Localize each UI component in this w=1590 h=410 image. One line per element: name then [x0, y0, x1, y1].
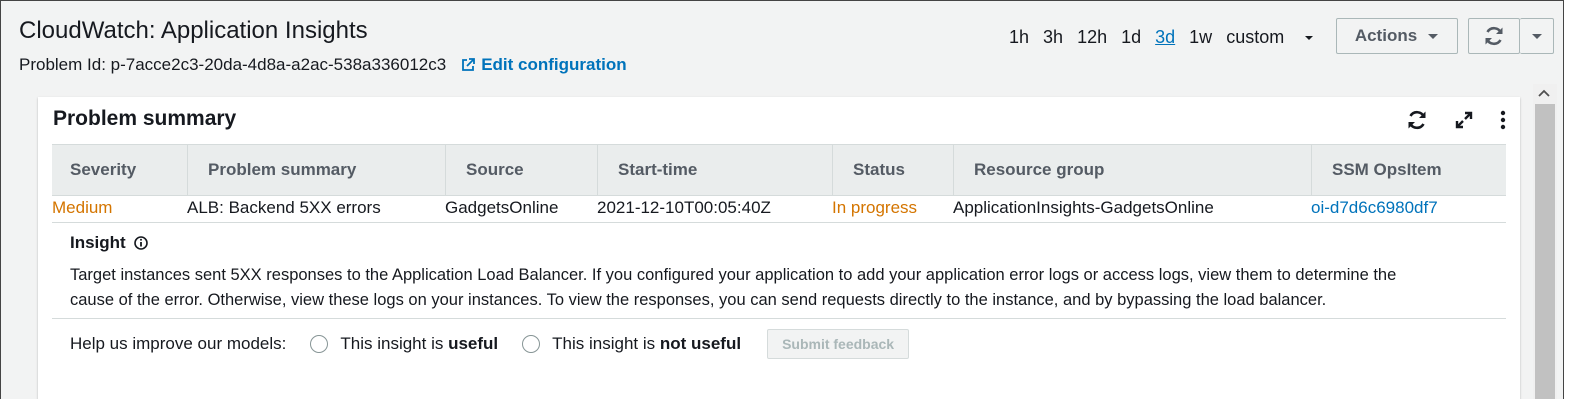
panel-more-button[interactable] [1500, 110, 1506, 130]
more-vertical-icon [1500, 110, 1506, 130]
range-custom[interactable]: custom [1226, 27, 1314, 48]
range-1h[interactable]: 1h [1009, 27, 1029, 48]
range-3h[interactable]: 3h [1043, 27, 1063, 48]
range-12h[interactable]: 12h [1077, 27, 1107, 48]
column-header[interactable]: Severity [70, 145, 136, 195]
submit-feedback-button[interactable]: Submit feedback [767, 329, 910, 359]
edit-configuration-label: Edit configuration [481, 55, 627, 74]
column-header[interactable]: Source [445, 145, 524, 195]
refresh-icon [1485, 26, 1503, 46]
column-header[interactable]: Problem summary [187, 145, 356, 195]
range-1w[interactable]: 1w [1189, 27, 1212, 48]
panel-controls [1380, 109, 1506, 131]
status-value: In progress [832, 198, 918, 217]
caret-down-icon [1428, 33, 1439, 39]
source-value: GadgetsOnline [445, 198, 559, 217]
severity-value: Medium [52, 198, 113, 217]
not-useful-label: This insight is not useful [552, 334, 742, 353]
column-header[interactable]: Resource group [953, 145, 1104, 195]
resource-group-value: ApplicationInsights-GadgetsOnline [953, 198, 1214, 217]
range-3d[interactable]: 3d [1155, 27, 1175, 48]
problem-id: Problem Id: p-7acce2c3-20da-4d8a-a2ac-53… [19, 55, 447, 74]
refresh-options-button[interactable] [1520, 18, 1554, 54]
panel-title: Problem summary [53, 107, 237, 130]
insight-heading: Insight [70, 233, 148, 253]
column-header[interactable]: Start-time [597, 145, 697, 195]
column-header[interactable]: SSM OpsItem [1311, 145, 1442, 195]
summary-value: ALB: Backend 5XX errors [187, 198, 381, 217]
page-title: CloudWatch: Application Insights [19, 17, 368, 44]
column-header[interactable]: Status [832, 145, 905, 195]
table-header: Severity Problem summary Source Start-ti… [52, 144, 1506, 196]
expand-icon [1455, 111, 1473, 129]
scrollbar[interactable] [1533, 84, 1557, 399]
scroll-up-icon[interactable] [1537, 88, 1551, 98]
insight-text: Target instances sent 5XX responses to t… [70, 263, 1480, 313]
problem-id-line: Problem Id: p-7acce2c3-20da-4d8a-a2ac-53… [19, 55, 627, 75]
panel-expand-button[interactable] [1454, 110, 1474, 130]
app-window: CloudWatch: Application Insights Problem… [0, 0, 1564, 399]
useful-label: This insight is useful [340, 334, 499, 353]
scroll-thumb[interactable] [1535, 104, 1555, 399]
refresh-icon [1408, 110, 1426, 130]
range-custom-label: custom [1226, 27, 1285, 47]
ops-item-link[interactable]: oi-d7d6c6980df7 [1311, 198, 1438, 218]
feedback-bar: Help us improve our models: This insight… [70, 329, 910, 359]
insight-line: Target instances sent 5XX responses to t… [70, 266, 1397, 284]
refresh-button[interactable] [1468, 18, 1520, 54]
time-range-selector: 1h 3h 12h 1d 3d 1w custom [1009, 27, 1328, 48]
divider [52, 318, 1506, 319]
external-link-icon [462, 58, 476, 71]
info-icon[interactable] [133, 236, 148, 250]
caret-down-icon [1305, 35, 1314, 40]
insight-line: cause of the error. Otherwise, view thes… [70, 291, 1327, 309]
caret-down-icon [1531, 33, 1542, 39]
table-row[interactable]: Medium ALB: Backend 5XX errors GadgetsOn… [52, 196, 1506, 223]
edit-configuration-link[interactable]: Edit configuration [460, 55, 627, 75]
actions-label: Actions [1354, 26, 1418, 45]
useful-radio[interactable] [310, 335, 329, 353]
actions-button[interactable]: Actions [1336, 18, 1458, 54]
range-1d[interactable]: 1d [1121, 27, 1141, 48]
panel-refresh-button[interactable] [1406, 109, 1428, 131]
feedback-prompt: Help us improve our models: [70, 334, 287, 353]
start-time-value: 2021-12-10T00:05:40Z [597, 198, 771, 217]
insight-label: Insight [70, 233, 126, 252]
problem-summary-panel: Problem summary Severity Problem summary… [38, 97, 1520, 399]
not-useful-radio[interactable] [522, 335, 541, 353]
